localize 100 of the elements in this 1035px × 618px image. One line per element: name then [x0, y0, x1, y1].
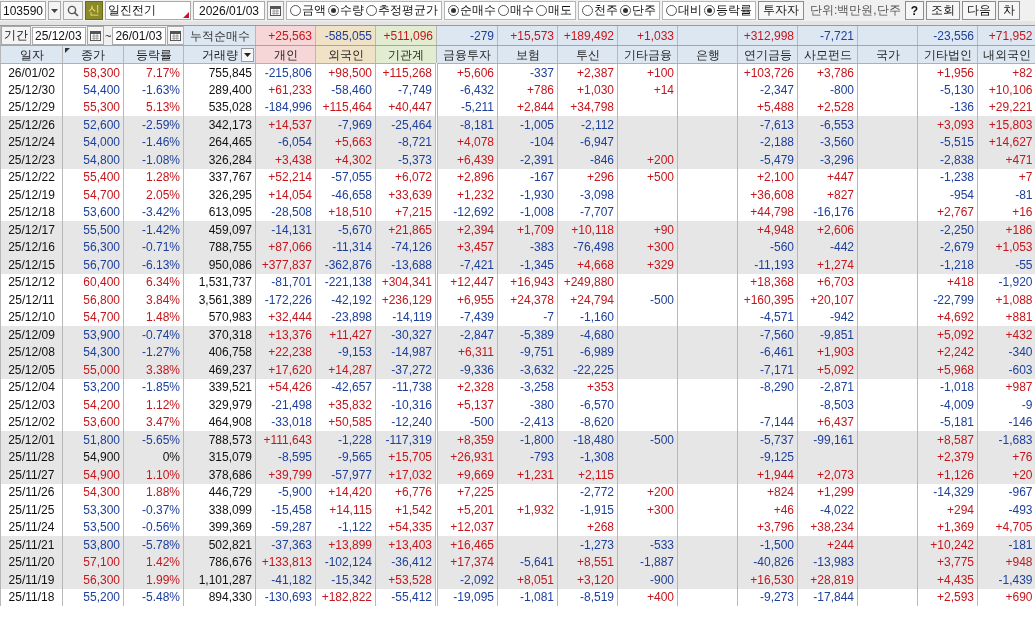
total-cell: -7,721: [797, 26, 858, 46]
table-cell: +24,794: [557, 291, 618, 309]
table-cell: 25/11/27: [0, 466, 63, 484]
table-cell: -11,193: [737, 256, 798, 274]
table-cell: +98,500: [315, 63, 376, 81]
table-cell: -1.08%: [123, 151, 184, 169]
calendar-button[interactable]: [167, 26, 184, 45]
table-cell: 55,500: [62, 221, 124, 239]
table-cell: +100: [617, 63, 678, 81]
cumulative-label: 누적순매수: [183, 26, 256, 46]
table-cell: -30,327: [375, 326, 437, 344]
caret-icon: [244, 53, 252, 57]
toolbar-button[interactable]: ?: [904, 1, 924, 20]
table-cell: 289,400: [183, 81, 256, 99]
table-cell: +1,944: [737, 466, 798, 484]
table-cell: -25,464: [375, 116, 437, 134]
dropdown-button[interactable]: [241, 48, 255, 62]
table-cell: -2,112: [557, 116, 618, 134]
table-cell: 337,767: [183, 168, 256, 186]
investor-button[interactable]: 투자자: [758, 1, 804, 20]
table-cell: 788,573: [183, 431, 256, 449]
table-cell: +10,242: [917, 536, 978, 554]
table-cell: -1,345: [497, 256, 558, 274]
unit-label: 단위:백만원,단주: [809, 2, 902, 19]
table-cell: -6.13%: [123, 256, 184, 274]
table-cell: -4,009: [917, 396, 978, 414]
table-cell: -130,693: [255, 588, 316, 606]
table-cell: +294: [917, 501, 978, 519]
table-cell: 3,561,389: [183, 291, 256, 309]
start-date-field[interactable]: 25/12/03: [32, 26, 86, 45]
table-cell: +6,072: [375, 168, 437, 186]
table-cell: +46: [737, 501, 798, 519]
table-cell: 54,200: [62, 396, 124, 414]
table-cell: 459,097: [183, 221, 256, 239]
radio-option[interactable]: 대비: [666, 2, 702, 19]
table-cell: +500: [617, 168, 678, 186]
table-cell: -1,930: [497, 186, 558, 204]
table-cell: -900: [617, 571, 678, 589]
table-cell: +447: [797, 168, 858, 186]
table-cell: -2,847: [436, 326, 498, 344]
table-cell: +14,115: [315, 501, 376, 519]
table-cell: +3,786: [797, 63, 858, 81]
table-cell: -1.85%: [123, 378, 184, 396]
table-cell: -81,701: [255, 273, 316, 291]
end-date-field[interactable]: 26/01/03: [112, 26, 167, 45]
date-field[interactable]: 2026/01/03: [193, 1, 265, 20]
table-cell: -493: [977, 501, 1035, 519]
table-cell: +1,542: [375, 501, 437, 519]
table-cell: +82: [977, 63, 1035, 81]
calendar-icon: [90, 30, 101, 41]
table-cell: -9,851: [797, 326, 858, 344]
table-cell: -2.59%: [123, 116, 184, 134]
radio-option[interactable]: 수량: [328, 2, 364, 19]
table-cell: -1,218: [917, 256, 978, 274]
table-cell: +2,606: [797, 221, 858, 239]
calendar-button[interactable]: [267, 1, 284, 20]
radio-option[interactable]: 금액: [290, 2, 326, 19]
table-cell: -55,412: [375, 588, 437, 606]
table-cell: +304,341: [375, 273, 437, 291]
table-cell: -3,632: [497, 361, 558, 379]
table-cell: -380: [497, 396, 558, 414]
stock-code-field[interactable]: 103590: [0, 1, 46, 20]
toolbar-button[interactable]: 차: [998, 1, 1020, 20]
radio-option[interactable]: 등락률: [704, 2, 752, 19]
radio-option[interactable]: 매수: [498, 2, 534, 19]
table-cell: 339,521: [183, 378, 256, 396]
table-cell: +2,593: [917, 588, 978, 606]
toolbar-button[interactable]: 다음: [962, 1, 996, 20]
table-cell: -1,238: [917, 168, 978, 186]
radio-option[interactable]: 순매수: [448, 2, 496, 19]
table-cell: -7,421: [436, 256, 498, 274]
range-separator: ~: [105, 28, 112, 44]
table-cell: +786: [497, 81, 558, 99]
table-cell: -7,749: [375, 81, 437, 99]
table-cell: -14,131: [255, 221, 316, 239]
radio-option[interactable]: 추정평균가: [366, 2, 438, 19]
table-cell: 329,979: [183, 396, 256, 414]
table-cell: +33,639: [375, 186, 437, 204]
radio-option[interactable]: 천주: [582, 2, 618, 19]
table-cell: +1,709: [497, 221, 558, 239]
radio-option[interactable]: 매도: [536, 2, 572, 19]
table-cell: +1,932: [497, 501, 558, 519]
radio-option[interactable]: 단주: [620, 2, 656, 19]
table-cell: 52,600: [62, 116, 124, 134]
table-cell: 25/12/05: [0, 361, 63, 379]
toolbar-button[interactable]: 조회: [926, 1, 960, 20]
table-cell: -3,258: [497, 378, 558, 396]
table-cell: -2,391: [497, 151, 558, 169]
table-cell: 3.38%: [123, 361, 184, 379]
table-cell: -5,479: [737, 151, 798, 169]
table-cell: +36,608: [737, 186, 798, 204]
search-button[interactable]: [63, 1, 83, 20]
table-cell: -5.65%: [123, 431, 184, 449]
dropdown-button[interactable]: [48, 1, 61, 20]
table-cell: -58,460: [315, 81, 376, 99]
table-cell: +7,225: [436, 483, 498, 501]
table-cell: -13,688: [375, 256, 437, 274]
stock-name-field[interactable]: 일진전기: [105, 1, 191, 20]
calendar-button[interactable]: [87, 26, 104, 45]
table-cell: -99,161: [797, 431, 858, 449]
